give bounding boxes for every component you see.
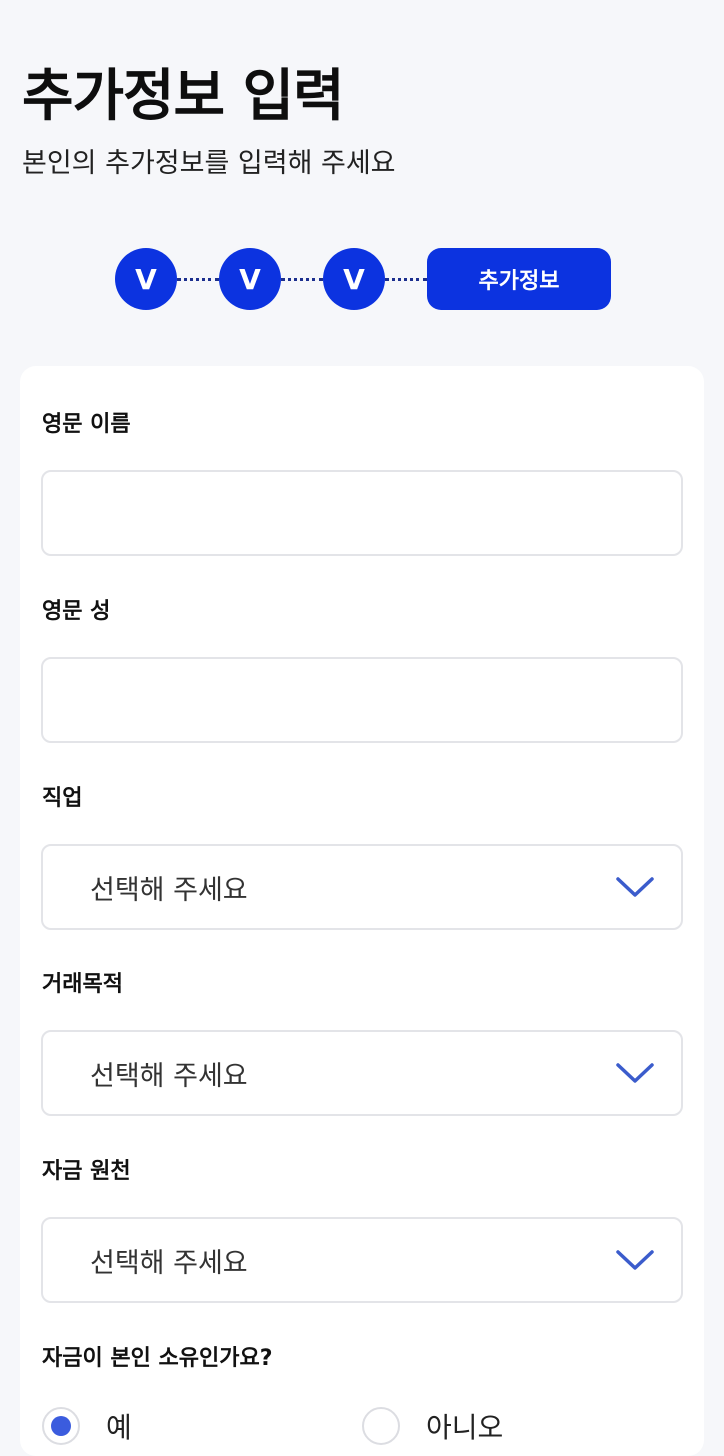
- occupation-select-value: 선택해 주세요: [90, 874, 248, 906]
- radio-button-no[interactable]: [362, 1407, 400, 1445]
- chevron-down-icon: [616, 1063, 654, 1083]
- transaction-purpose-label: 거래목적: [42, 972, 123, 997]
- fund-source-select-value: 선택해 주세요: [90, 1247, 248, 1279]
- step-connector: [177, 277, 219, 281]
- page-title: 추가정보 입력: [22, 64, 345, 129]
- form-card: 영문 이름 영문 성 직업 선택해 주세요 거래목적 선택해 주세요 자금 원천…: [20, 366, 704, 1456]
- chevron-down-icon: [616, 1250, 654, 1270]
- step-connector: [281, 277, 323, 281]
- fund-ownership-radio-group: 예 아니오: [42, 1406, 682, 1446]
- radio-label-yes: 예: [106, 1411, 132, 1444]
- radio-selected-dot: [51, 1416, 71, 1436]
- radio-button-yes[interactable]: [42, 1407, 80, 1445]
- english-last-name-input[interactable]: [41, 657, 683, 743]
- step-4-current: 추가정보: [427, 248, 611, 310]
- progress-stepper: V V V 추가정보: [115, 248, 611, 310]
- step-1-complete: V: [115, 248, 177, 310]
- chevron-down-icon: [616, 877, 654, 897]
- step-connector: [385, 277, 427, 281]
- step-2-complete: V: [219, 248, 281, 310]
- english-last-name-label: 영문 성: [42, 599, 111, 624]
- fund-ownership-label: 자금이 본인 소유인가요?: [42, 1346, 273, 1371]
- transaction-purpose-select-value: 선택해 주세요: [90, 1060, 248, 1092]
- page-subtitle: 본인의 추가정보를 입력해 주세요: [22, 148, 396, 179]
- english-first-name-label: 영문 이름: [42, 412, 131, 437]
- english-first-name-input[interactable]: [41, 470, 683, 556]
- fund-source-select[interactable]: 선택해 주세요: [41, 1217, 683, 1303]
- radio-option-no[interactable]: 아니오: [362, 1406, 503, 1446]
- transaction-purpose-select[interactable]: 선택해 주세요: [41, 1030, 683, 1116]
- fund-source-label: 자금 원천: [42, 1159, 131, 1184]
- occupation-select[interactable]: 선택해 주세요: [41, 844, 683, 930]
- step-3-complete: V: [323, 248, 385, 310]
- radio-label-no: 아니오: [426, 1411, 504, 1444]
- occupation-label: 직업: [42, 786, 83, 811]
- radio-option-yes[interactable]: 예: [42, 1406, 132, 1446]
